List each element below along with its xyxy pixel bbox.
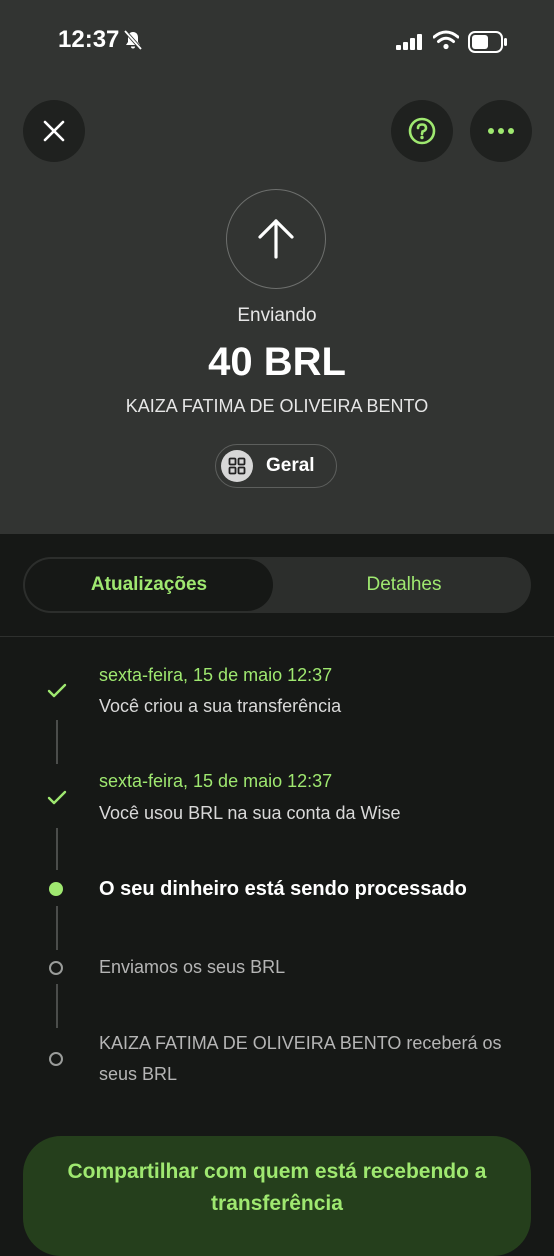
event-description-current: O seu dinheiro está sendo processado [99,878,467,900]
pending-step-dot [49,961,63,975]
event-date: sexta-feira, 15 de maio 12:37 [99,771,333,791]
category-chip[interactable]: Geral [215,444,337,488]
more-icon [488,128,514,134]
event-description: Você usou BRL na sua conta da Wise [99,803,401,823]
check-icon [47,790,67,805]
status-time: 12:37 [58,26,120,53]
section-divider [0,636,554,637]
timeline-connector [56,906,58,950]
more-options-button[interactable] [470,100,532,162]
timeline-connector [56,720,58,764]
tab-bar: Atualizações Detalhes [23,557,531,613]
help-button[interactable] [391,100,453,162]
cellular-signal-icon [396,34,424,55]
tab-details[interactable]: Detalhes [277,557,531,613]
close-button[interactable] [23,100,85,162]
wifi-icon [432,30,460,55]
transfer-status-label: Enviando [237,305,317,326]
transfer-amount: 40 BRL [208,340,346,384]
status-bar: 12:37 [0,0,554,84]
transfer-direction-badge [226,189,326,289]
event-date: sexta-feira, 15 de maio 12:37 [99,665,333,685]
close-icon [43,120,65,142]
category-label: Geral [266,455,315,476]
event-description-pending: KAIZA FATIMA DE OLIVEIRA BENTO receberá … [99,1033,502,1084]
pending-step-dot [49,1052,63,1066]
bell-slash-icon [122,29,144,56]
share-with-recipient-button[interactable]: Compartilhar com quem está recebendo a t… [23,1136,531,1256]
grid-icon [221,450,253,482]
recipient-name: KAIZA FATIMA DE OLIVEIRA BENTO [125,396,429,416]
event-description-pending: Enviamos os seus BRL [99,957,286,977]
timeline-connector [56,828,58,870]
event-description: Você criou a sua transferência [99,696,342,716]
battery-icon [468,31,508,58]
help-icon [408,117,436,145]
timeline-connector [56,984,58,1028]
current-step-dot [49,882,63,896]
arrow-up-icon [258,219,294,259]
tab-updates[interactable]: Atualizações [25,559,273,611]
check-icon [47,683,67,698]
transfer-header: 12:37 Enviando 40 BRL KAIZA FATIMA DE OL… [0,0,554,534]
